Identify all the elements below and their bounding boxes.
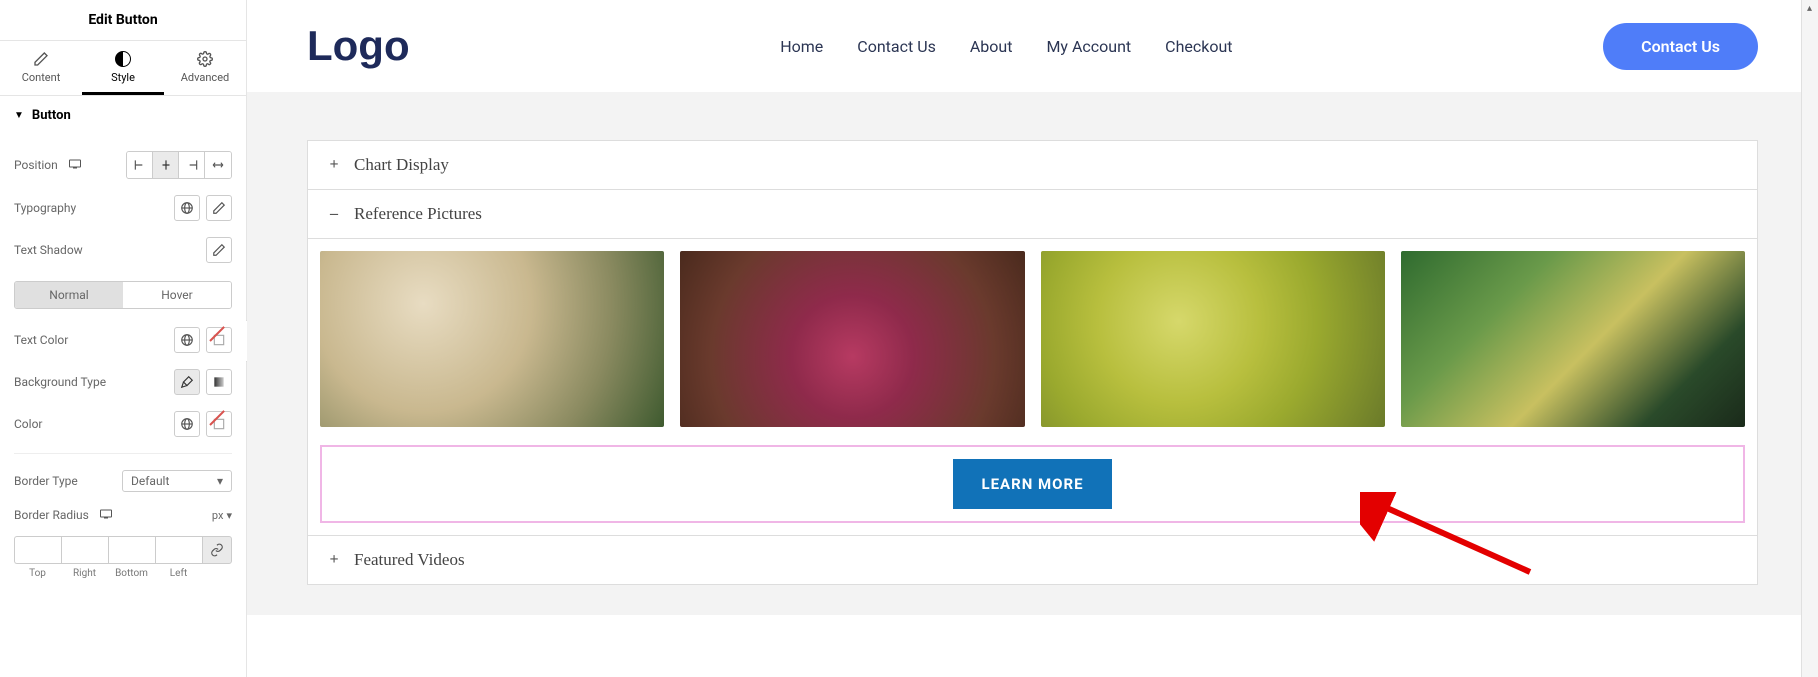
state-tabs: Normal Hover <box>14 281 232 309</box>
contact-us-button[interactable]: Contact Us <box>1603 23 1758 70</box>
chevron-down-icon: ▾ <box>226 509 232 522</box>
preview-scrollbar[interactable]: ▴ <box>1801 0 1818 677</box>
accordion-header-chart-display[interactable]: + Chart Display <box>308 141 1757 189</box>
preview-canvas: Logo Home Contact Us About My Account Ch… <box>247 0 1818 677</box>
row-text-shadow: Text Shadow <box>14 229 232 271</box>
text-color-picker-button[interactable] <box>206 327 232 353</box>
sidebar-title: Edit Button <box>0 0 246 41</box>
main-nav: Home Contact Us About My Account Checkou… <box>780 37 1232 56</box>
gallery-image-1[interactable] <box>320 251 664 427</box>
gradient-icon <box>212 375 226 389</box>
radius-right-input[interactable] <box>61 536 108 564</box>
sidebar-tabs: Content Style Advanced <box>0 41 246 96</box>
color-picker-button[interactable] <box>206 411 232 437</box>
site-header: Logo Home Contact Us About My Account Ch… <box>247 0 1818 92</box>
typography-global-button[interactable] <box>174 195 200 221</box>
link-values-button[interactable] <box>202 536 232 564</box>
divider <box>14 453 232 454</box>
nav-checkout[interactable]: Checkout <box>1165 37 1232 56</box>
tab-hover[interactable]: Hover <box>123 282 231 308</box>
learn-more-button[interactable]: LEARN MORE <box>953 459 1111 509</box>
color-none-icon <box>212 417 226 431</box>
color-global-button[interactable] <box>174 411 200 437</box>
responsive-icon[interactable] <box>100 508 112 522</box>
content-area: + Chart Display – Reference Pictures <box>247 92 1818 615</box>
pencil-icon <box>33 51 49 67</box>
label-border-type: Border Type <box>14 474 78 488</box>
radius-bottom-input[interactable] <box>108 536 155 564</box>
gallery-image-2[interactable] <box>680 251 1024 427</box>
align-stretch-button[interactable] <box>205 152 231 178</box>
logo[interactable]: Logo <box>307 22 410 70</box>
accordion: + Chart Display – Reference Pictures <box>307 140 1758 585</box>
row-typography: Typography <box>14 187 232 229</box>
chevron-down-icon: ▾ <box>217 474 223 488</box>
globe-icon <box>180 201 194 215</box>
border-type-select[interactable]: Default ▾ <box>122 470 232 492</box>
label-text-shadow: Text Shadow <box>14 243 83 257</box>
gear-icon <box>197 51 213 67</box>
radius-left-input[interactable] <box>155 536 202 564</box>
row-position: Position <box>14 143 232 187</box>
accordion-header-reference-pictures[interactable]: – Reference Pictures <box>308 190 1757 238</box>
accordion-item-reference-pictures: – Reference Pictures LEARN MORE <box>308 190 1757 536</box>
tab-style[interactable]: Style <box>82 41 164 95</box>
link-icon <box>210 543 224 557</box>
label-border-radius: Border Radius <box>14 508 112 522</box>
row-color: Color <box>14 403 232 445</box>
caret-down-icon: ▼ <box>14 110 24 121</box>
radius-top-input[interactable] <box>14 536 61 564</box>
responsive-icon[interactable] <box>69 158 81 172</box>
nav-home[interactable]: Home <box>780 37 823 56</box>
align-left-button[interactable] <box>127 152 153 178</box>
brush-icon <box>180 375 194 389</box>
globe-icon <box>180 333 194 347</box>
globe-icon <box>180 417 194 431</box>
nav-about[interactable]: About <box>970 37 1013 56</box>
text-color-global-button[interactable] <box>174 327 200 353</box>
border-radius-inputs: Top Right Bottom Left <box>14 536 232 579</box>
pencil-icon <box>212 201 226 215</box>
label-text-color: Text Color <box>14 333 68 347</box>
row-border-type: Border Type Default ▾ <box>14 462 232 500</box>
label-position: Position <box>14 158 81 172</box>
tab-content[interactable]: Content <box>0 41 82 95</box>
accordion-header-featured-videos[interactable]: + Featured Videos <box>308 536 1757 584</box>
plus-icon: + <box>326 156 342 174</box>
scroll-up-icon: ▴ <box>1801 0 1818 17</box>
gallery-image-4[interactable] <box>1401 251 1745 427</box>
unit-select[interactable]: px ▾ <box>212 509 232 522</box>
text-shadow-edit-button[interactable] <box>206 237 232 263</box>
editor-sidebar: Edit Button Content Style Advanced ▼ But… <box>0 0 247 677</box>
label-bg-type: Background Type <box>14 375 106 389</box>
row-text-color: Text Color <box>14 319 232 361</box>
row-border-radius: Border Radius px ▾ <box>14 500 232 530</box>
nav-my-account[interactable]: My Account <box>1046 37 1131 56</box>
button-widget-selected[interactable]: LEARN MORE <box>320 445 1745 523</box>
accordion-item-chart-display: + Chart Display <box>308 141 1757 190</box>
row-bg-type: Background Type <box>14 361 232 403</box>
pencil-icon <box>212 243 226 257</box>
tab-advanced[interactable]: Advanced <box>164 41 246 95</box>
plus-icon: + <box>326 551 342 569</box>
style-icon <box>115 51 131 67</box>
minus-icon: – <box>326 205 342 223</box>
section-button[interactable]: ▼ Button <box>0 96 246 135</box>
tab-normal[interactable]: Normal <box>15 282 123 308</box>
typography-edit-button[interactable] <box>206 195 232 221</box>
label-typography: Typography <box>14 201 76 215</box>
label-color: Color <box>14 417 42 431</box>
align-center-button[interactable] <box>153 152 179 178</box>
color-none-icon <box>212 333 226 347</box>
align-right-button[interactable] <box>179 152 205 178</box>
panel-body: Position Typography <box>0 135 246 677</box>
bg-classic-button[interactable] <box>174 369 200 395</box>
accordion-item-featured-videos: + Featured Videos <box>308 536 1757 584</box>
gallery-image-3[interactable] <box>1041 251 1385 427</box>
position-buttons <box>126 151 232 179</box>
image-gallery <box>320 251 1745 427</box>
accordion-body-reference-pictures: LEARN MORE <box>308 238 1757 535</box>
nav-contact-us[interactable]: Contact Us <box>857 37 936 56</box>
bg-gradient-button[interactable] <box>206 369 232 395</box>
